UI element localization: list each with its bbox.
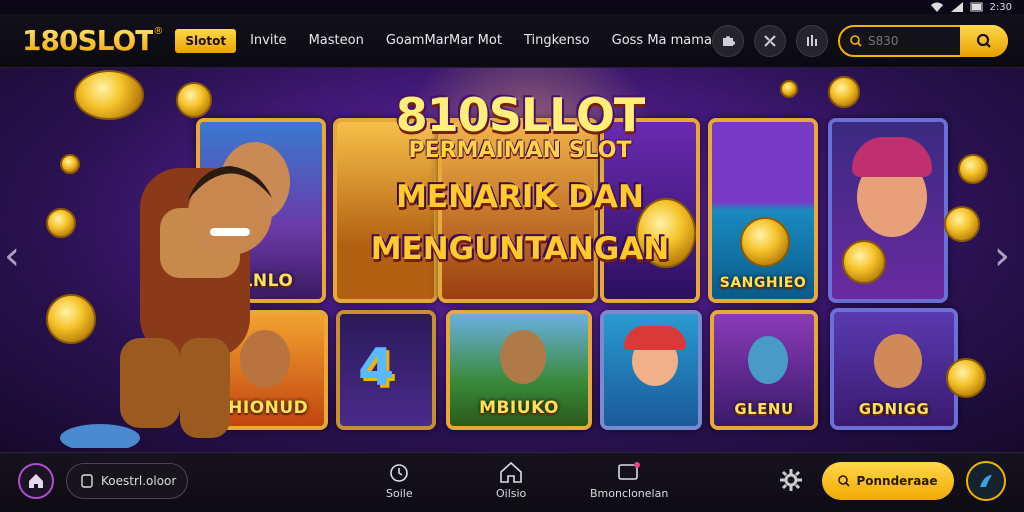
carousel-prev-icon[interactable]: ‹	[4, 233, 20, 279]
bottom-nav-label: Soile	[386, 487, 413, 500]
nav-link-tingkenso[interactable]: Tingkenso	[524, 33, 590, 48]
hero-title: 810SLLOT	[395, 88, 646, 142]
coin-decoration	[946, 358, 986, 398]
nav-icon-group	[712, 24, 828, 57]
bottom-nav-inbox[interactable]: Bmonclonelan	[590, 461, 668, 500]
card-label: SANGHIEO	[719, 275, 807, 291]
bottom-nav-label: Bmonclonelan	[590, 487, 669, 500]
bird-icon	[980, 475, 992, 487]
bottom-nav-oilsio[interactable]: Oilsio	[496, 461, 526, 500]
nav-link-goss[interactable]: Goss Ma mama	[612, 33, 712, 48]
coin-decoration	[780, 80, 798, 98]
search-input[interactable]	[868, 34, 968, 48]
game-card-mbiuko[interactable]: MBIUKO	[446, 310, 592, 430]
search-box[interactable]	[838, 25, 1008, 57]
coin-decoration	[46, 208, 76, 238]
cta-label: Ponnderaae	[856, 474, 938, 488]
game-card-glenu[interactable]: GLENU	[710, 310, 818, 430]
character-hat	[624, 326, 686, 350]
bottom-search-pill[interactable]: Koestrl.oloor	[66, 463, 188, 499]
game-card-elf[interactable]	[600, 310, 702, 430]
bottom-nav-soile[interactable]: Soile	[386, 461, 413, 500]
bonus-symbol: 4	[358, 338, 395, 398]
nav-links: Slotot Invite Masteon GoamMarMar Mot Tin…	[175, 28, 734, 53]
search-icon	[850, 35, 862, 47]
carousel-next-icon[interactable]: ›	[994, 233, 1010, 279]
coin-decoration	[60, 154, 80, 174]
nav-link-masteon[interactable]: Masteon	[309, 33, 364, 48]
home-icon	[29, 474, 43, 488]
brand-button[interactable]	[966, 461, 1006, 501]
brand-logo[interactable]: 180SLOT ®	[0, 24, 163, 57]
bottom-bar: Koestrl.oloor Soile Oilsio Bmonclonelan …	[0, 452, 1024, 512]
nav-link-games[interactable]: GoamMarMar Mot	[386, 33, 502, 48]
phone-icon	[81, 474, 93, 488]
bottom-nav-label: Oilsio	[496, 487, 527, 500]
card-label: GLENU	[734, 400, 794, 418]
app-root: 2:30 180SLOT ® Slotot Invite Masteon Goa…	[0, 0, 1024, 512]
hero-subtitle: PERMAIMAN SLOT	[408, 138, 632, 163]
coin-decoration	[958, 154, 988, 184]
cta-button[interactable]: Ponnderaae	[822, 462, 954, 500]
nav-tab-slot[interactable]: Slotot	[175, 28, 237, 53]
search-go-icon	[976, 33, 991, 48]
character-face	[874, 334, 922, 388]
coin-decoration	[828, 76, 860, 108]
house-icon	[500, 461, 522, 483]
signal-icon	[950, 2, 963, 12]
hero-headline-line-2: MENGUNTANGAN	[370, 231, 670, 267]
logo-text: 180SLOT	[22, 24, 154, 57]
battery-icon	[970, 2, 983, 12]
nav-link-invite[interactable]: Invite	[250, 33, 286, 48]
game-card-gdnigg[interactable]: GDNIGG	[830, 308, 958, 430]
stats-icon[interactable]	[796, 24, 828, 57]
card-label: MBIUKO	[479, 398, 559, 418]
search-icon	[838, 475, 851, 487]
coin-decoration	[740, 217, 790, 267]
inbox-icon	[618, 462, 641, 480]
bottom-search-label: Koestrl.oloor	[101, 474, 177, 488]
alarm-icon	[390, 464, 409, 482]
wifi-icon	[930, 2, 943, 12]
character-face	[748, 336, 788, 384]
status-time: 2:30	[989, 1, 1012, 13]
coin-decoration	[842, 240, 886, 284]
tools-icon[interactable]	[754, 24, 786, 57]
coin-decoration	[46, 294, 96, 344]
home-button[interactable]	[18, 463, 54, 499]
search-button[interactable]	[960, 25, 1008, 57]
hero-banner[interactable]: PLNLO SANGHIEO GHIONUD 4 MBIUKO GLENU GD…	[0, 68, 1024, 452]
settings-button[interactable]	[778, 467, 804, 497]
coin-decoration	[176, 82, 212, 118]
puzzle-icon[interactable]	[712, 24, 744, 57]
status-bar: 2:30	[930, 0, 1012, 14]
game-card-bonus[interactable]: 4	[336, 310, 436, 430]
coin-decoration	[944, 206, 980, 242]
character-face	[500, 330, 546, 384]
gear-icon	[780, 469, 802, 491]
hero-headline: 810SLLOT PERMAIMAN SLOT MENARIK DAN MENG…	[330, 88, 710, 267]
coin-decoration	[74, 70, 144, 120]
logo-registered-mark: ®	[153, 26, 164, 37]
hero-character	[60, 166, 272, 448]
card-background	[712, 122, 814, 299]
game-card-sanghieo[interactable]: SANGHIEO	[708, 118, 818, 303]
hero-headline-line-1: MENARIK DAN	[396, 179, 644, 215]
card-label: GDNIGG	[858, 400, 930, 418]
top-nav: 180SLOT ® Slotot Invite Masteon GoamMarM…	[0, 14, 1024, 68]
